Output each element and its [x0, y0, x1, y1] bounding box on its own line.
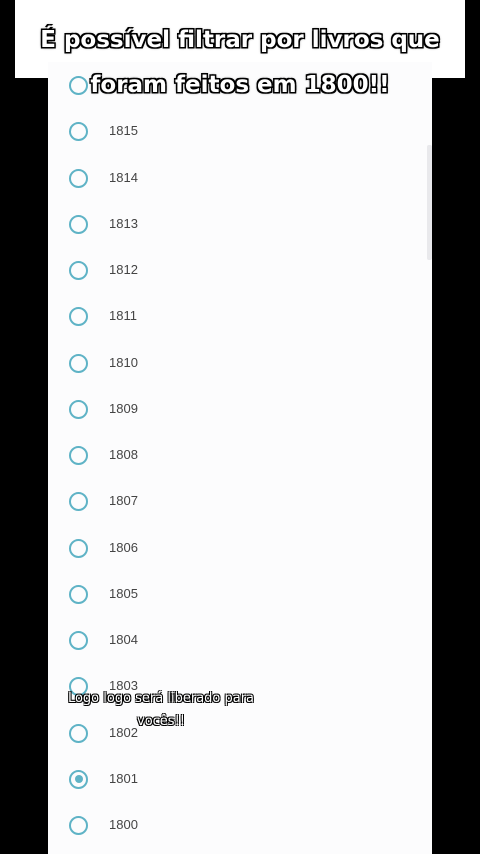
year-option[interactable]: 1804 — [48, 631, 432, 671]
year-option-label: 1801 — [109, 770, 138, 786]
radio-unchecked-icon[interactable] — [69, 538, 88, 558]
year-option-label: 1814 — [109, 169, 138, 185]
radio-unchecked-icon[interactable] — [69, 399, 88, 419]
subcaption-line-1: Logo logo será liberado para — [67, 691, 255, 706]
radio-unchecked-icon[interactable] — [69, 584, 88, 604]
year-filter-panel: 1816 1815 1814 1813 1812 1811 1810 1809 1808 1807… — [48, 62, 432, 854]
year-option[interactable]: 1805 — [48, 584, 432, 625]
year-option-label: 1808 — [109, 447, 138, 462]
subcaption-line-2: vocês!! — [137, 714, 185, 729]
year-option[interactable]: 1800 — [48, 816, 432, 854]
year-option-label: 1815 — [109, 123, 138, 139]
year-option-label: 1811 — [109, 308, 137, 324]
radio-unchecked-icon[interactable] — [69, 261, 88, 280]
radio-unchecked-icon[interactable] — [69, 492, 88, 512]
year-option-label: 1804 — [109, 632, 138, 647]
year-option[interactable]: 1801 — [48, 769, 432, 810]
year-option[interactable]: 1810 — [48, 353, 432, 394]
radio-checked-icon[interactable] — [69, 769, 88, 789]
year-option-label: 1807 — [109, 493, 138, 509]
caption-line-1: É possível filtrar por livros que — [40, 27, 440, 53]
year-option-label: 1810 — [109, 354, 138, 370]
video-caption: É possível filtrar por livros que foram … — [0, 18, 480, 108]
year-option[interactable]: 1814 — [48, 168, 432, 209]
radio-unchecked-icon[interactable] — [69, 816, 88, 835]
year-radio-list: 1816 1815 1814 1813 1812 1811 1810 1809 1808 1807… — [48, 62, 432, 854]
radio-unchecked-icon[interactable] — [69, 631, 88, 650]
radio-unchecked-icon[interactable] — [69, 122, 88, 142]
year-option[interactable]: 1808 — [48, 446, 432, 486]
year-option-label: 1809 — [109, 400, 138, 416]
year-option[interactable]: 1815 — [48, 122, 432, 162]
radio-unchecked-icon[interactable] — [69, 446, 88, 465]
radio-unchecked-icon[interactable] — [69, 353, 88, 373]
video-subcaption: Logo logo será liberado para vocês!! — [66, 687, 256, 733]
year-option-label: 1813 — [109, 215, 138, 231]
radio-unchecked-icon[interactable] — [69, 168, 88, 188]
year-option[interactable]: 1813 — [48, 214, 432, 255]
year-option[interactable]: 1809 — [48, 399, 432, 440]
year-option-label: 1806 — [109, 539, 138, 555]
radio-unchecked-icon[interactable] — [69, 214, 88, 234]
caption-line-2: foram feitos em 1800!! — [90, 72, 390, 98]
year-option[interactable]: 1812 — [48, 261, 432, 301]
year-option-label: 1805 — [109, 585, 138, 601]
radio-unchecked-icon[interactable] — [69, 307, 88, 327]
scrollbar[interactable] — [427, 145, 432, 260]
year-option[interactable]: 1811 — [48, 307, 432, 347]
year-option[interactable]: 1806 — [48, 538, 432, 579]
year-option[interactable]: 1807 — [48, 492, 432, 532]
year-option-label: 1800 — [109, 817, 138, 832]
year-option-label: 1812 — [109, 262, 138, 277]
